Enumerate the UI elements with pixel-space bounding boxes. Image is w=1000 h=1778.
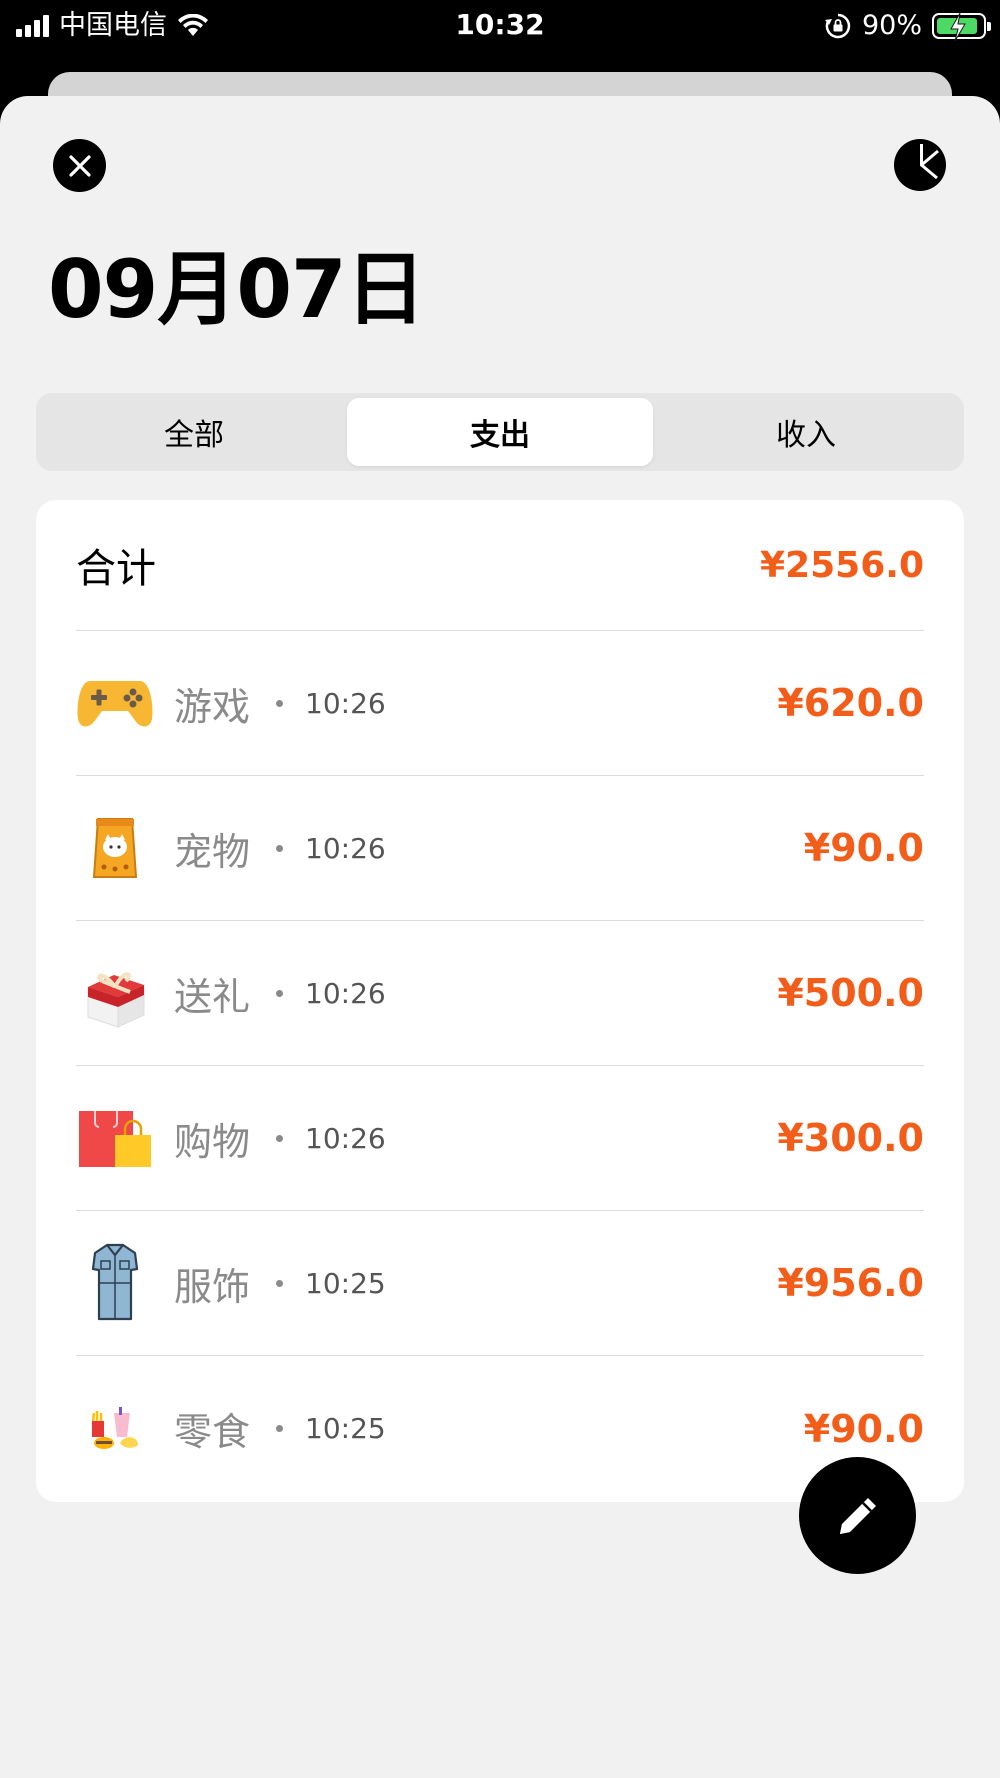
list-item[interactable]: 零食 10:25 ¥90.0 (76, 1356, 924, 1501)
list-item[interactable]: 游戏 10:26 ¥620.0 (76, 631, 924, 776)
status-bar: 中国电信 10:32 90% (0, 0, 1000, 52)
record-amount: ¥620.0 (777, 681, 924, 725)
category-name: 宠物 (174, 829, 251, 874)
separator-dot (276, 1134, 284, 1142)
separator-dot (276, 989, 284, 997)
list-item[interactable]: 服饰 10:25 ¥956.0 (76, 1211, 924, 1356)
close-button[interactable] (53, 139, 106, 192)
status-right: 90% (824, 8, 991, 44)
record-amount: ¥90.0 (803, 826, 924, 870)
separator-dot (276, 844, 284, 852)
tab-expense[interactable]: 支出 (347, 398, 653, 466)
gift-box-icon (76, 954, 154, 1032)
add-record-button[interactable] (799, 1457, 916, 1574)
record-amount: ¥500.0 (777, 971, 924, 1015)
pet-food-bag-icon (76, 809, 154, 887)
tab-all[interactable]: 全部 (41, 398, 347, 466)
list-item[interactable]: 购物 10:26 ¥300.0 (76, 1066, 924, 1211)
category-name: 服饰 (174, 1264, 251, 1309)
category-name: 游戏 (174, 684, 251, 729)
category-name: 零食 (174, 1410, 251, 1454)
record-time: 10:26 (305, 976, 386, 1010)
pie-chart-icon (894, 139, 946, 191)
record-amount: ¥300.0 (777, 1116, 924, 1160)
snacks-icon (76, 1390, 154, 1468)
battery-percent: 90% (861, 10, 922, 41)
record-amount: ¥956.0 (777, 1261, 924, 1305)
rotation-lock-icon (824, 13, 851, 39)
list-item[interactable]: 宠物 10:26 ¥90.0 (76, 776, 924, 921)
statistics-button[interactable] (893, 138, 947, 192)
total-label: 合计 (76, 546, 156, 592)
record-time: 10:26 (305, 1121, 386, 1155)
record-time: 10:25 (305, 1412, 386, 1445)
separator-dot (276, 1425, 284, 1432)
close-icon (68, 154, 91, 177)
gamepad-icon (76, 664, 154, 742)
records-card: 合计 ¥2556.0 游戏 10:26 ¥620.0 宠物 10:26 ¥90.… (36, 500, 964, 1502)
category-name: 购物 (174, 1119, 251, 1164)
separator-dot (276, 1279, 284, 1287)
list-item[interactable]: 送礼 10:26 ¥500.0 (76, 921, 924, 1066)
total-row: 合计 ¥2556.0 (76, 500, 924, 631)
page-title: 09月07日 (48, 243, 426, 336)
type-segmented-control: 全部 支出 收入 (36, 393, 964, 471)
dress-icon (76, 1243, 154, 1322)
pencil-icon (839, 1497, 876, 1534)
record-time: 10:26 (305, 831, 386, 865)
separator-dot (276, 699, 284, 707)
shopping-bags-icon (76, 1099, 154, 1177)
record-time: 10:26 (305, 686, 386, 720)
battery-icon (932, 12, 991, 42)
record-time: 10:25 (305, 1266, 386, 1300)
record-amount: ¥90.0 (803, 1406, 924, 1451)
tab-income[interactable]: 收入 (653, 398, 959, 466)
category-name: 送礼 (174, 974, 251, 1019)
total-amount: ¥2556.0 (760, 544, 924, 586)
